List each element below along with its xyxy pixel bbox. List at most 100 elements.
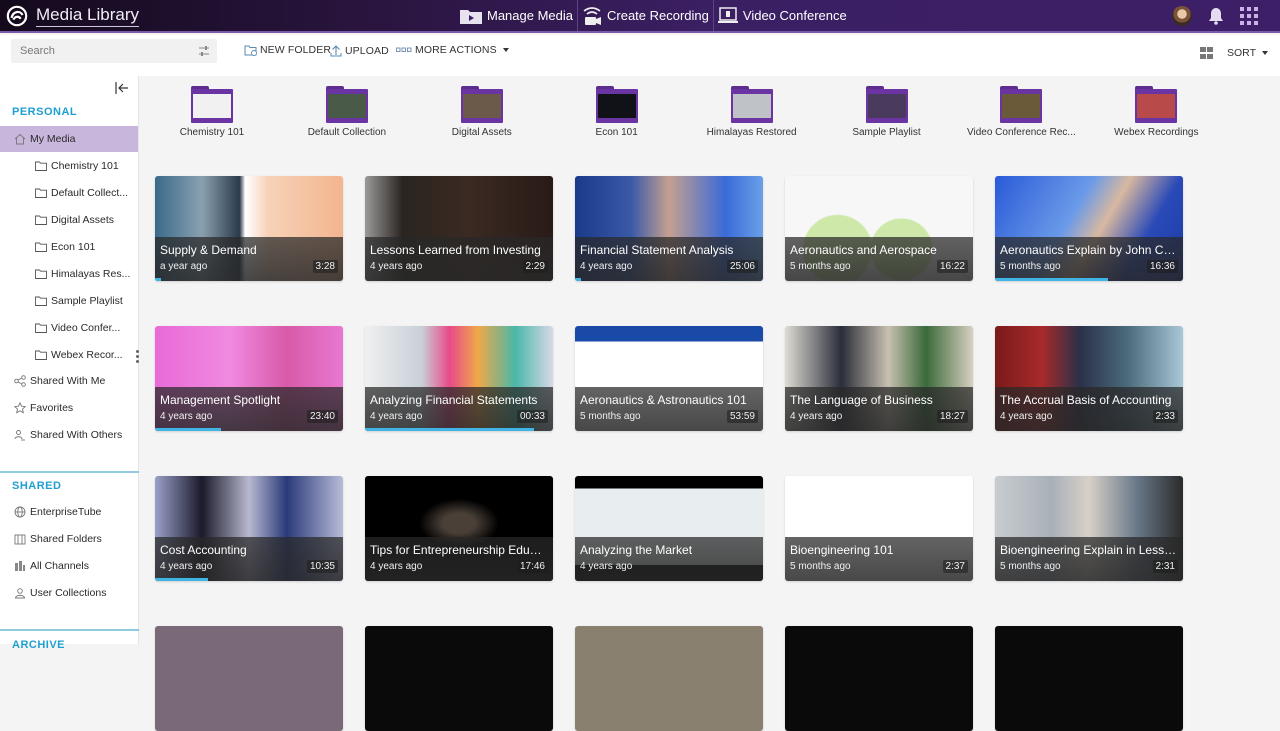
channels-icon <box>15 561 25 571</box>
folder-icon <box>1000 86 1043 123</box>
media-age: a year ago <box>160 261 208 272</box>
media-card[interactable] <box>365 626 553 731</box>
media-card[interactable]: Aeronautics Explain by John Coll... 5 mon… <box>995 176 1183 281</box>
sidebar-item-all-channels[interactable]: All Channels <box>0 553 138 579</box>
toolbar: NEW FOLDER UPLOAD MORE ACTIONS SORT <box>0 35 1280 76</box>
media-card[interactable]: Financial Statement Analysis 4 years ago 2… <box>575 176 763 281</box>
folder-thumbnail <box>462 94 501 118</box>
folder-thumbnail <box>193 94 231 118</box>
folder-tile[interactable]: Digital Assets <box>417 86 547 138</box>
upload-button[interactable]: UPLOAD <box>330 44 389 57</box>
sidebar-folder-item[interactable]: Webex Recor... <box>0 342 138 368</box>
sidebar-folder-item[interactable]: Econ 101 <box>0 234 138 260</box>
sidebar-item-favorites[interactable]: Favorites <box>0 395 138 421</box>
folder-tile[interactable]: Webex Recordings <box>1091 86 1221 138</box>
sidebar-folder-item[interactable]: Digital Assets <box>0 207 138 233</box>
media-duration: 16:36 <box>1146 260 1178 273</box>
media-age: 4 years ago <box>370 561 423 572</box>
sidebar-item-shared-with-others[interactable]: Shared With Others <box>0 422 138 448</box>
sidebar-folder-item[interactable]: Chemistry 101 <box>0 153 138 179</box>
folder-tile[interactable]: Default Collection <box>282 86 412 138</box>
folder-tile[interactable]: Video Conference Rec... <box>956 86 1086 138</box>
folder-tile[interactable]: Econ 101 <box>552 86 682 138</box>
folder-label: Default Collection <box>307 127 387 138</box>
media-card[interactable] <box>155 626 343 731</box>
media-title: Analyzing Financial Statements <box>370 393 538 407</box>
new-folder-icon <box>244 45 257 56</box>
media-age: 5 months ago <box>790 561 851 572</box>
media-card[interactable]: Cost Accounting 4 years ago 10:35 <box>155 476 343 581</box>
watch-progress-bar <box>575 278 581 281</box>
watch-progress-bar <box>995 278 1108 281</box>
apps-grid-icon[interactable] <box>1240 7 1258 25</box>
brand[interactable]: Media Library <box>6 4 139 28</box>
media-card[interactable]: Analyzing the Market 4 years ago <box>575 476 763 581</box>
more-actions-button[interactable]: MORE ACTIONS <box>396 44 509 56</box>
media-title: Bioengineering 101 <box>790 543 894 557</box>
watch-progress-bar <box>155 578 208 581</box>
media-age: 5 months ago <box>580 411 641 422</box>
folder-tile[interactable]: Chemistry 101 <box>147 86 277 138</box>
create-recording-icon <box>583 6 601 25</box>
media-card[interactable]: Tips for Entrepreneurship Educat... 4 yea… <box>365 476 553 581</box>
media-title: The Language of Business <box>790 393 933 407</box>
more-dots-icon <box>396 47 412 52</box>
media-duration: 23:40 <box>306 410 338 423</box>
sidebar-folder-item[interactable]: Default Collect... <box>0 180 138 206</box>
folder-icon <box>325 86 368 123</box>
media-card[interactable]: The Language of Business 4 years ago 18:27 <box>785 326 973 431</box>
media-card[interactable]: The Accrual Basis of Accounting 4 years a… <box>995 326 1183 431</box>
media-card[interactable]: Management Spotlight 4 years ago 23:40 <box>155 326 343 431</box>
filter-icon[interactable] <box>199 45 209 57</box>
media-card[interactable]: Analyzing Financial Statements 4 years ag… <box>365 326 553 431</box>
media-card[interactable] <box>785 626 973 731</box>
folder-label: Himalayas Restored <box>706 127 797 138</box>
media-duration: 53:59 <box>726 410 758 423</box>
sidebar-item-user-collections[interactable]: User Collections <box>0 580 138 606</box>
media-title: Aeronautics and Aerospace <box>790 243 937 257</box>
folder-thumbnail <box>327 94 366 118</box>
user-avatar[interactable] <box>1172 6 1192 26</box>
nav-manage-media[interactable]: Manage Media <box>456 0 578 31</box>
grid-view-icon[interactable] <box>1200 47 1213 59</box>
nav-video-conference[interactable]: Video Conference <box>714 0 851 31</box>
media-card[interactable]: Aeronautics & Astronautics 101 5 months a… <box>575 326 763 431</box>
sidebar-folder-item[interactable]: Sample Playlist <box>0 288 138 314</box>
app-title: Media Library <box>36 5 139 27</box>
watch-progress-bar <box>365 428 535 431</box>
media-title: Supply & Demand <box>160 243 257 257</box>
media-card[interactable] <box>575 626 763 731</box>
sidebar-resize-handle[interactable] <box>136 350 139 365</box>
sidebar-item-shared-folders[interactable]: Shared Folders <box>0 526 138 552</box>
media-card[interactable]: Supply & Demand a year ago 3:28 <box>155 176 343 281</box>
media-title: The Accrual Basis of Accounting <box>1000 393 1172 407</box>
top-nav: Manage Media Create Recording Video Conf… <box>456 0 851 31</box>
new-folder-button[interactable]: NEW FOLDER <box>244 44 331 56</box>
bell-icon[interactable] <box>1208 7 1224 25</box>
sidebar-item-my-media[interactable]: My Media <box>0 126 138 152</box>
sidebar-folder-item[interactable]: Video Confer... <box>0 315 138 341</box>
media-duration: 16:22 <box>936 260 968 273</box>
media-card[interactable] <box>995 626 1183 731</box>
media-age: 4 years ago <box>580 261 633 272</box>
sort-button[interactable]: SORT <box>1227 47 1268 59</box>
folder-thumbnail <box>732 94 771 118</box>
media-card[interactable]: Aeronautics and Aerospace 5 months ago 16:… <box>785 176 973 281</box>
nav-create-recording[interactable]: Create Recording <box>578 0 714 31</box>
section-title-shared: SHARED <box>12 480 62 492</box>
media-card[interactable]: Lessons Learned from Investing 4 years ag… <box>365 176 553 281</box>
media-card[interactable]: Bioengineering Explain in Less L... 5 mon… <box>995 476 1183 581</box>
sidebar-item-shared-with-me[interactable]: Shared With Me <box>0 368 138 394</box>
caret-down-icon <box>1261 51 1268 55</box>
media-age: 4 years ago <box>160 561 213 572</box>
collapse-sidebar-icon[interactable] <box>115 82 129 94</box>
sidebar-item-enterprisetube[interactable]: EnterpriseTube <box>0 499 138 525</box>
media-card[interactable]: Bioengineering 101 5 months ago 2:37 <box>785 476 973 581</box>
section-title-personal: PERSONAL <box>12 106 78 118</box>
folder-icon <box>35 242 47 252</box>
folder-tile[interactable]: Sample Playlist <box>822 86 952 138</box>
sidebar-folder-item[interactable]: Himalayas Res... <box>0 261 138 287</box>
folder-tile[interactable]: Himalayas Restored <box>687 86 817 138</box>
media-duration: 18:27 <box>936 410 968 423</box>
search-input[interactable] <box>11 39 191 63</box>
